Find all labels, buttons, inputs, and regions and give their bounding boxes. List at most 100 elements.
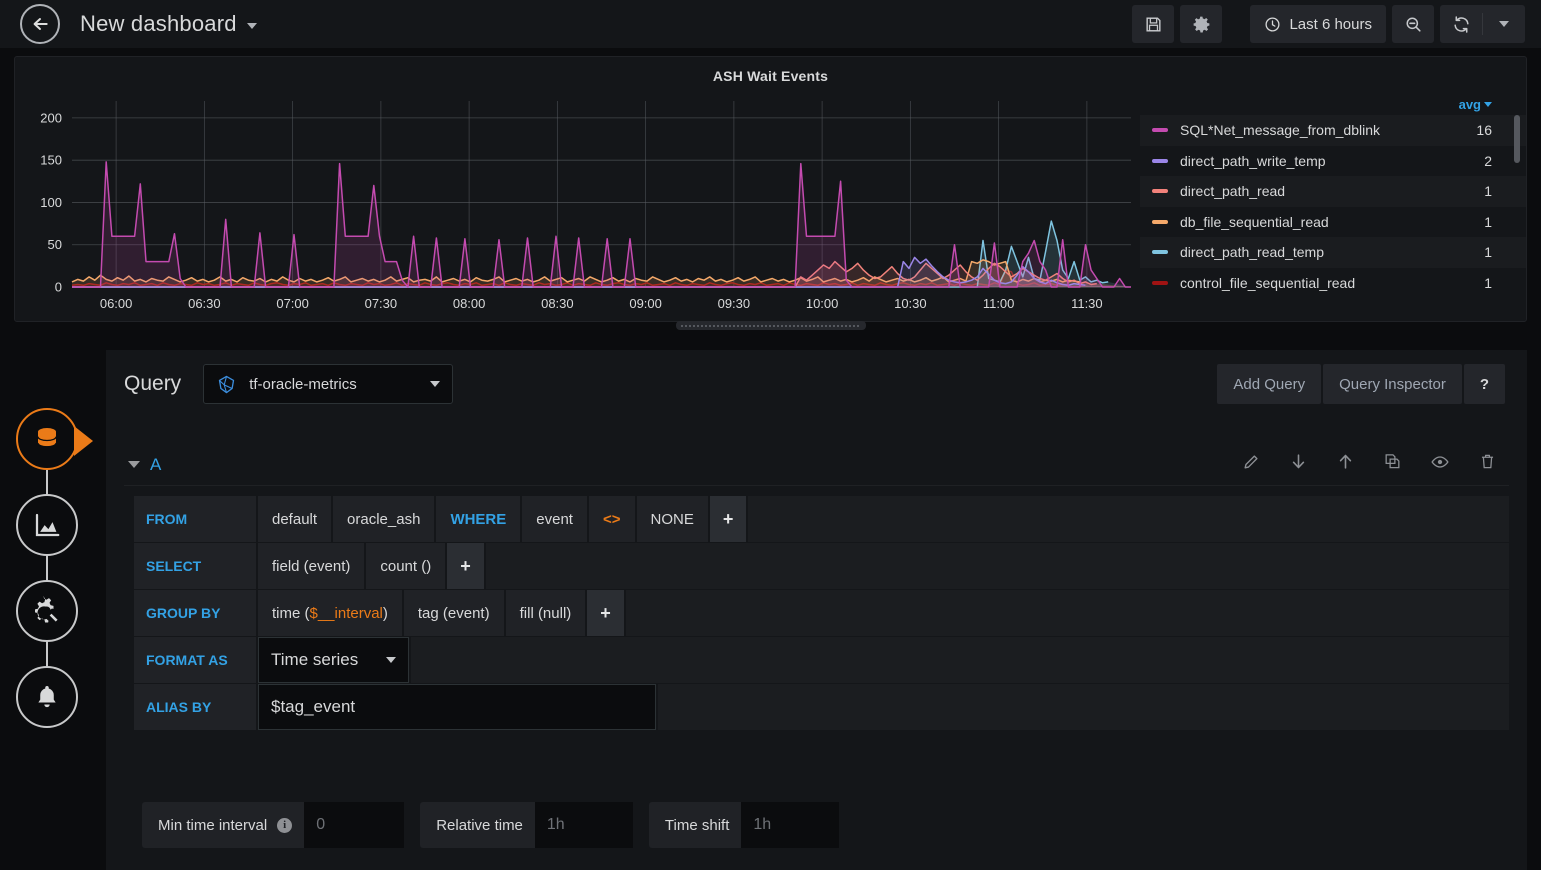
x-axis-tick: 07:30 <box>365 296 398 311</box>
legend-color-swatch <box>1152 280 1168 285</box>
back-button[interactable] <box>20 4 60 44</box>
graph-plot-area[interactable]: 0 50 100 150 200 06:00 06:30 07:00 07:30 08:00 08:… <box>15 91 1137 323</box>
query-options: Min time interval i Relative time Time s… <box>124 780 1509 870</box>
zoom-out-time-button[interactable] <box>1392 5 1434 43</box>
panel-title[interactable]: ASH Wait Events <box>15 57 1526 84</box>
dashboard-menu-caret-icon[interactable] <box>246 23 257 29</box>
time-range-picker[interactable]: Last 6 hours <box>1250 5 1386 43</box>
help-button[interactable]: ? <box>1463 364 1505 404</box>
edit-query-button[interactable] <box>1242 452 1261 477</box>
trash-icon <box>1481 454 1494 469</box>
legend-list: SQL*Net_message_from_dblink 16 direct_path… <box>1140 115 1526 298</box>
legend: avg SQL*Net_message_from_dblink 16 direct_… <box>1140 93 1526 315</box>
y-axis-tick: 200 <box>40 110 62 125</box>
query-inspector-button[interactable]: Query Inspector <box>1323 364 1462 404</box>
select-aggregation-segment[interactable]: count () <box>366 543 446 589</box>
move-query-down-button[interactable] <box>1289 452 1308 477</box>
legend-series-name: SQL*Net_message_from_dblink <box>1180 122 1380 139</box>
where-label: WHERE <box>436 496 521 542</box>
groupby-row: GROUP BY time ($__interval) tag (event) … <box>134 590 1509 636</box>
legend-scrollbar[interactable] <box>1514 115 1520 163</box>
format-as-row: FORMAT AS Time series <box>134 637 1509 683</box>
x-axis-tick: 08:30 <box>541 296 574 311</box>
panel-edit-rail <box>16 408 93 728</box>
toggle-query-visibility-button[interactable] <box>1430 452 1450 477</box>
from-measurement-segment[interactable]: oracle_ash <box>333 496 435 542</box>
min-time-interval-label: Min time interval <box>158 816 268 834</box>
duplicate-query-button[interactable] <box>1383 452 1402 477</box>
database-icon <box>37 428 57 448</box>
refresh-interval-dropdown[interactable] <box>1483 5 1525 43</box>
x-axis-tick: 11:30 <box>1071 296 1103 311</box>
query-ref-id[interactable]: A <box>150 455 161 475</box>
sidebar-item-general[interactable] <box>16 580 78 642</box>
format-as-select[interactable]: Time series <box>258 637 410 683</box>
x-axis-tick: 09:30 <box>718 296 751 311</box>
sidebar-item-queries[interactable] <box>16 408 93 470</box>
where-key-segment[interactable]: event <box>522 496 587 542</box>
where-value-segment[interactable]: NONE <box>636 496 708 542</box>
dashboard-settings-button[interactable] <box>1180 5 1223 43</box>
time-shift-input[interactable] <box>741 802 840 848</box>
chart-area-icon <box>35 513 60 537</box>
min-time-interval-group: Min time interval i <box>142 802 405 848</box>
collapse-query-caret-icon[interactable] <box>128 461 140 468</box>
legend-color-swatch <box>1152 158 1168 163</box>
legend-sort-header[interactable]: avg <box>1140 93 1526 115</box>
save-disk-icon <box>1146 16 1161 32</box>
from-policy-segment[interactable]: default <box>258 496 332 542</box>
x-axis-tick: 08:00 <box>453 296 486 311</box>
legend-series-name: direct_path_write_temp <box>1180 152 1326 169</box>
legend-item[interactable]: direct_path_read_temp 1 <box>1140 237 1526 268</box>
add-query-button[interactable]: Add Query <box>1217 364 1322 404</box>
legend-item[interactable]: db_file_sequential_read 1 <box>1140 207 1526 238</box>
select-row: SELECT field (event) count () + <box>134 543 1509 589</box>
datasource-picker[interactable]: tf-oracle-metrics <box>203 364 454 404</box>
legend-series-name: direct_path_read_temp <box>1180 244 1324 261</box>
remove-query-button[interactable] <box>1478 452 1497 477</box>
legend-item[interactable]: direct_path_read 1 <box>1140 176 1526 207</box>
chevron-down-icon <box>430 381 441 387</box>
groupby-time-prefix: time ( <box>272 604 310 622</box>
sidebar-item-visualization[interactable] <box>16 494 78 556</box>
from-label: FROM <box>134 496 256 542</box>
from-row-filler <box>748 496 1509 542</box>
min-time-interval-input[interactable] <box>304 802 405 848</box>
select-label: SELECT <box>134 543 256 589</box>
pencil-icon <box>1244 455 1258 469</box>
query-builder-grid: FROM default oracle_ash WHERE event <> N… <box>134 496 1509 730</box>
groupby-tag-segment[interactable]: tag (event) <box>403 590 504 636</box>
page-title: New dashboard <box>80 11 237 36</box>
legend-item[interactable]: SQL*Net_message_from_dblink 16 <box>1140 115 1526 146</box>
add-where-button[interactable]: + <box>709 496 747 542</box>
legend-series-name: db_file_sequential_read <box>1180 213 1329 230</box>
relative-time-input[interactable] <box>534 802 633 848</box>
graph-panel: ASH Wait Events 0 50 100 150 200 06:00 06:30 07… <box>14 56 1527 330</box>
legend-item[interactable]: direct_path_write_temp 2 <box>1140 146 1526 177</box>
panel-resize-handle[interactable] <box>675 321 866 330</box>
legend-series-value: 1 <box>1484 244 1492 261</box>
move-query-up-button[interactable] <box>1336 452 1355 477</box>
x-axis-tick: 07:00 <box>276 296 309 311</box>
legend-color-swatch <box>1152 189 1168 194</box>
save-dashboard-button[interactable] <box>1132 5 1175 43</box>
groupby-row-filler <box>625 590 1509 636</box>
select-field-segment[interactable]: field (event) <box>258 543 365 589</box>
time-series-chart[interactable]: 0 50 100 150 200 06:00 06:30 07:00 07:30 08:00 08:… <box>15 91 1137 323</box>
sidebar-item-alert[interactable] <box>16 666 78 728</box>
legend-series-value: 1 <box>1484 274 1492 291</box>
influxdb-icon <box>219 375 235 393</box>
add-groupby-button[interactable]: + <box>587 590 624 636</box>
groupby-time-segment[interactable]: time ($__interval) <box>258 590 402 636</box>
format-as-value: Time series <box>271 650 359 669</box>
legend-color-swatch <box>1152 250 1168 255</box>
legend-item[interactable]: control_file_sequential_read 1 <box>1140 268 1526 299</box>
legend-series-value: 16 <box>1476 122 1492 139</box>
legend-series-name: control_file_sequential_read <box>1180 274 1356 291</box>
groupby-fill-segment[interactable]: fill (null) <box>505 590 586 636</box>
add-select-button[interactable]: + <box>447 543 484 589</box>
alias-by-input[interactable] <box>258 684 656 730</box>
where-operator-segment[interactable]: <> <box>588 496 635 542</box>
info-icon[interactable]: i <box>277 817 293 833</box>
refresh-button[interactable] <box>1440 5 1482 43</box>
